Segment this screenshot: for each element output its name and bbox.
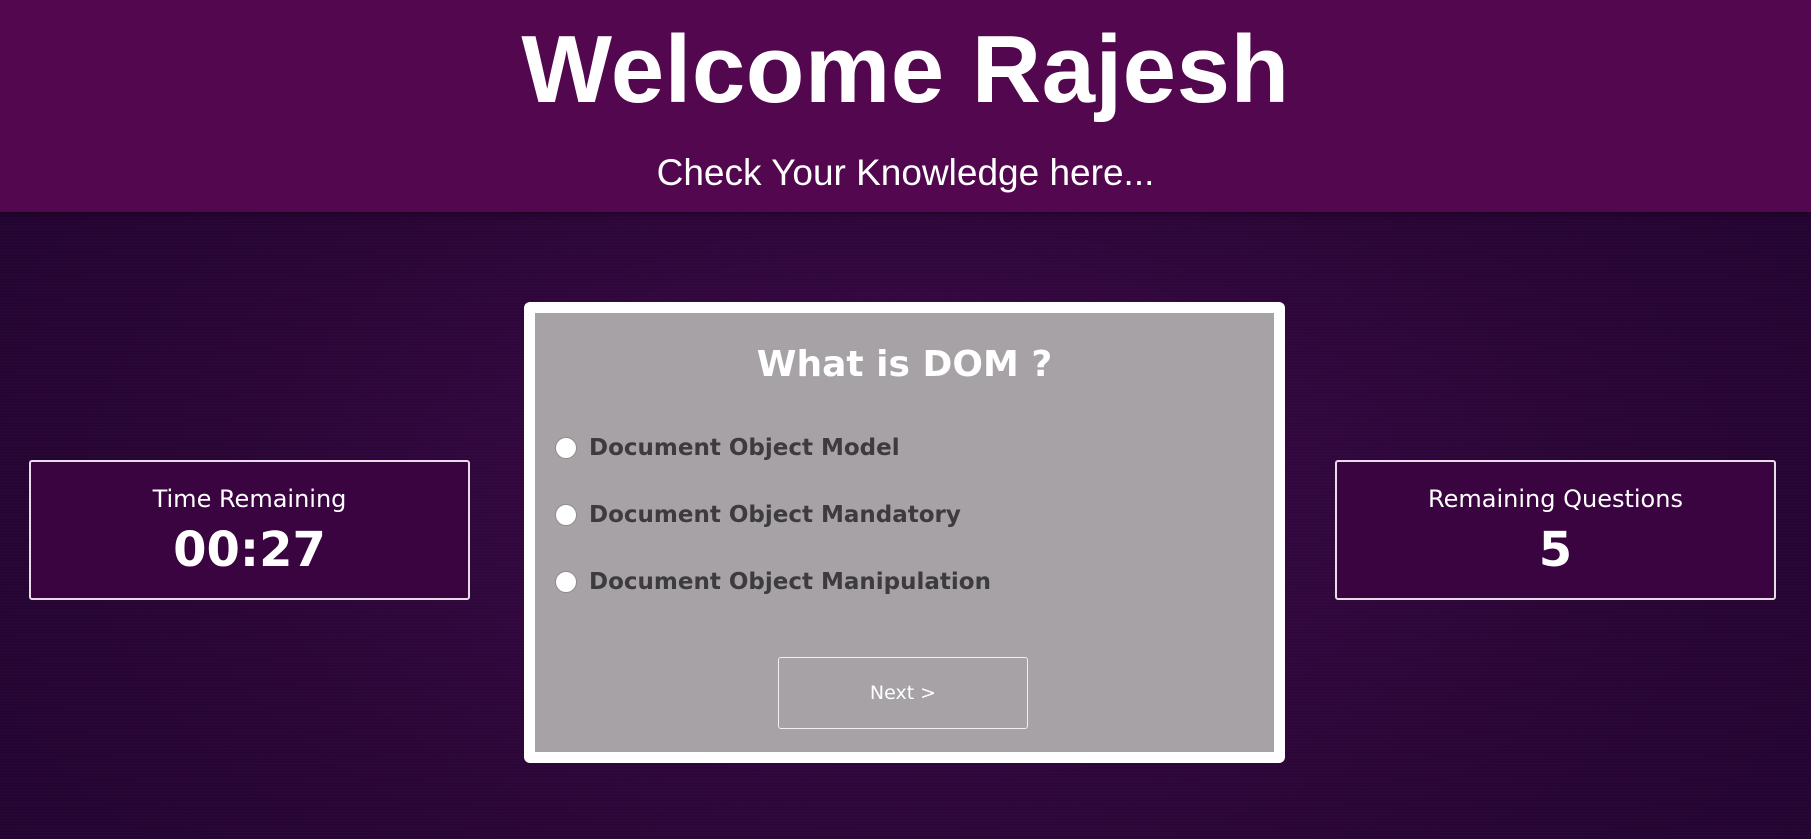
quiz-card-frame: What is DOM ? Document Object Model Docu… [524, 302, 1285, 763]
page-title: Welcome Rajesh [521, 16, 1290, 123]
next-button[interactable]: Next > [778, 657, 1028, 729]
time-remaining-value: 00:27 [173, 522, 326, 578]
answer-option-1-label: Document Object Model [589, 435, 900, 461]
question-text: What is DOM ? [756, 344, 1053, 385]
answer-option-2[interactable]: Document Object Mandatory [555, 493, 991, 537]
answer-option-1[interactable]: Document Object Model [555, 426, 991, 470]
page-header: Welcome Rajesh Check Your Knowledge here… [0, 0, 1811, 212]
page-subtitle: Check Your Knowledge here... [656, 152, 1155, 193]
answer-option-1-radio[interactable] [555, 437, 577, 459]
time-remaining-panel: Time Remaining 00:27 [29, 460, 470, 600]
time-remaining-label: Time Remaining [152, 485, 347, 513]
remaining-questions-value: 5 [1538, 522, 1573, 578]
answer-option-3[interactable]: Document Object Manipulation [555, 560, 991, 604]
answer-option-2-radio[interactable] [555, 504, 577, 526]
quiz-card: What is DOM ? Document Object Model Docu… [535, 313, 1274, 752]
remaining-questions-label: Remaining Questions [1428, 485, 1683, 513]
answer-option-3-radio[interactable] [555, 571, 577, 593]
answer-option-2-label: Document Object Mandatory [589, 502, 961, 528]
answer-options: Document Object Model Document Object Ma… [555, 426, 991, 627]
remaining-questions-panel: Remaining Questions 5 [1335, 460, 1776, 600]
answer-option-3-label: Document Object Manipulation [589, 569, 991, 595]
